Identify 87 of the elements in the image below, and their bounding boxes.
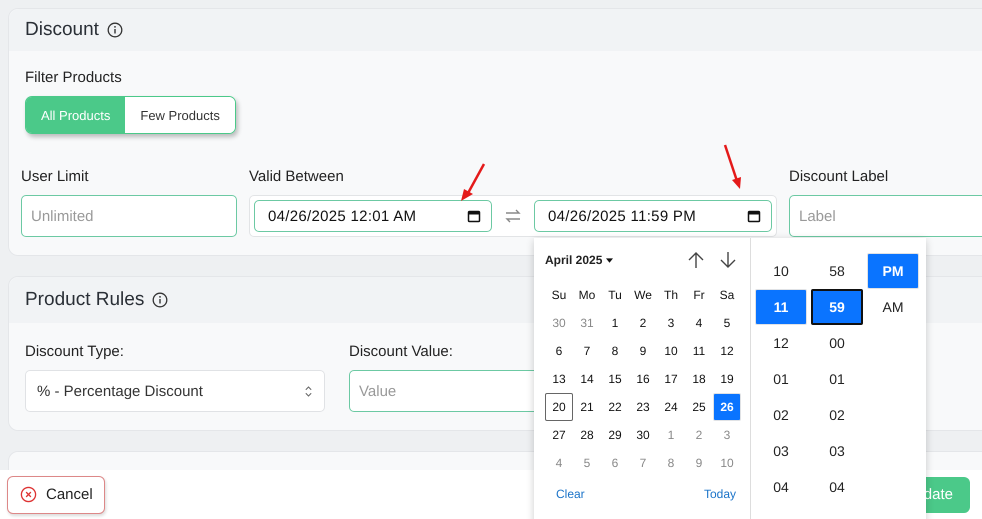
calendar-day[interactable]: 1 (657, 421, 685, 449)
calendar-icon[interactable] (747, 209, 761, 223)
calendar-day[interactable]: 7 (573, 337, 601, 365)
minute-option[interactable]: 02 (811, 397, 863, 433)
hour-option[interactable]: 01 (755, 361, 807, 397)
close-circle-icon (20, 486, 37, 503)
calendar-day[interactable]: 20 (545, 393, 573, 421)
today-link[interactable]: Today (704, 487, 736, 501)
meridiem-option[interactable]: AM (867, 289, 919, 325)
calendar-day[interactable]: 6 (545, 337, 573, 365)
calendar-day[interactable]: 10 (713, 449, 741, 477)
hour-option[interactable]: 04 (755, 469, 807, 505)
calendar-day[interactable]: 3 (657, 309, 685, 337)
calendar-day[interactable]: 9 (685, 449, 713, 477)
calendar-day[interactable]: 1 (601, 309, 629, 337)
calendar-day[interactable]: 7 (629, 449, 657, 477)
arrow-up-icon[interactable] (686, 250, 706, 270)
hour-option[interactable]: 10 (755, 253, 807, 289)
weekday-label: Tu (607, 287, 623, 304)
calendar-day[interactable]: 27 (545, 421, 573, 449)
calendar-day[interactable]: 8 (601, 337, 629, 365)
calendar-day[interactable]: 12 (713, 337, 741, 365)
weekday-label: Mo (578, 287, 596, 304)
calendar-day[interactable]: 6 (601, 449, 629, 477)
section-title: Discount (25, 19, 99, 41)
month-selector[interactable]: April 2025 (545, 253, 602, 267)
meridiem-option[interactable]: PM (867, 253, 919, 289)
field-label: Valid Between (249, 168, 344, 185)
info-icon[interactable] (106, 22, 123, 38)
calendar-day[interactable]: 2 (629, 309, 657, 337)
weekday-label: Th (662, 287, 679, 304)
clear-link[interactable]: Clear (556, 487, 585, 501)
swap-icon[interactable] (504, 208, 522, 224)
discount-type-select[interactable]: % - Percentage Discount (25, 370, 325, 412)
calendar-day[interactable]: 31 (573, 309, 601, 337)
annotation-arrow (722, 143, 744, 191)
field-label: Discount Type: (25, 343, 124, 360)
calendar-day[interactable]: 24 (657, 393, 685, 421)
field-label: Filter Products (25, 69, 122, 86)
weekday-label: Fr (692, 287, 706, 304)
calendar-day[interactable]: 10 (657, 337, 685, 365)
minute-option[interactable]: 01 (811, 361, 863, 397)
calendar-day[interactable]: 29 (601, 421, 629, 449)
calendar-day[interactable]: 5 (573, 449, 601, 477)
hour-option[interactable]: 11 (755, 289, 807, 325)
start-date-field[interactable]: 04/26/2025 12:01 AM (254, 200, 492, 232)
calendar-day[interactable]: 28 (573, 421, 601, 449)
field-label: User Limit (21, 168, 89, 185)
field-label: Discount Value: (349, 343, 453, 360)
calendar-day[interactable]: 26 (713, 393, 741, 421)
weekday-label: We (633, 287, 653, 304)
calendar-day[interactable]: 9 (629, 337, 657, 365)
calendar-day[interactable]: 3 (713, 421, 741, 449)
minute-option[interactable]: 03 (811, 433, 863, 469)
arrow-down-icon[interactable] (718, 250, 738, 270)
hour-option[interactable]: 12 (755, 325, 807, 361)
hour-option[interactable]: 02 (755, 397, 807, 433)
minute-option[interactable]: 00 (811, 325, 863, 361)
section-title: Product Rules (25, 289, 144, 311)
discount-label-field[interactable]: Label (789, 195, 982, 237)
calendar-day[interactable]: 19 (713, 365, 741, 393)
calendar-day[interactable]: 2 (685, 421, 713, 449)
info-icon[interactable] (152, 292, 168, 308)
annotation-arrow (458, 162, 488, 204)
weekday-label: Sa (718, 287, 736, 304)
calendar-day[interactable]: 30 (545, 309, 573, 337)
calendar-day[interactable]: 18 (685, 365, 713, 393)
minute-option[interactable]: 58 (811, 253, 863, 289)
minute-option[interactable]: 59 (811, 289, 863, 325)
user-limit-field[interactable]: Unlimited (21, 195, 237, 237)
end-date-field[interactable]: 04/26/2025 11:59 PM (534, 200, 772, 232)
calendar-day[interactable]: 8 (657, 449, 685, 477)
field-label: Discount Label (789, 168, 888, 185)
hour-option[interactable]: 03 (755, 433, 807, 469)
chevron-updown-icon (304, 384, 313, 398)
cancel-button[interactable]: Cancel (7, 476, 105, 514)
calendar-day[interactable]: 4 (545, 449, 573, 477)
filter-option[interactable]: Few Products (125, 97, 235, 133)
calendar-day[interactable]: 11 (685, 337, 713, 365)
calendar-day[interactable]: 17 (657, 365, 685, 393)
calendar-day[interactable]: 30 (629, 421, 657, 449)
weekday-label: Su (550, 287, 568, 304)
calendar-day[interactable]: 25 (685, 393, 713, 421)
calendar-day[interactable]: 5 (713, 309, 741, 337)
minute-option[interactable]: 04 (811, 469, 863, 505)
calendar-icon[interactable] (467, 209, 481, 223)
calendar-day[interactable]: 4 (685, 309, 713, 337)
